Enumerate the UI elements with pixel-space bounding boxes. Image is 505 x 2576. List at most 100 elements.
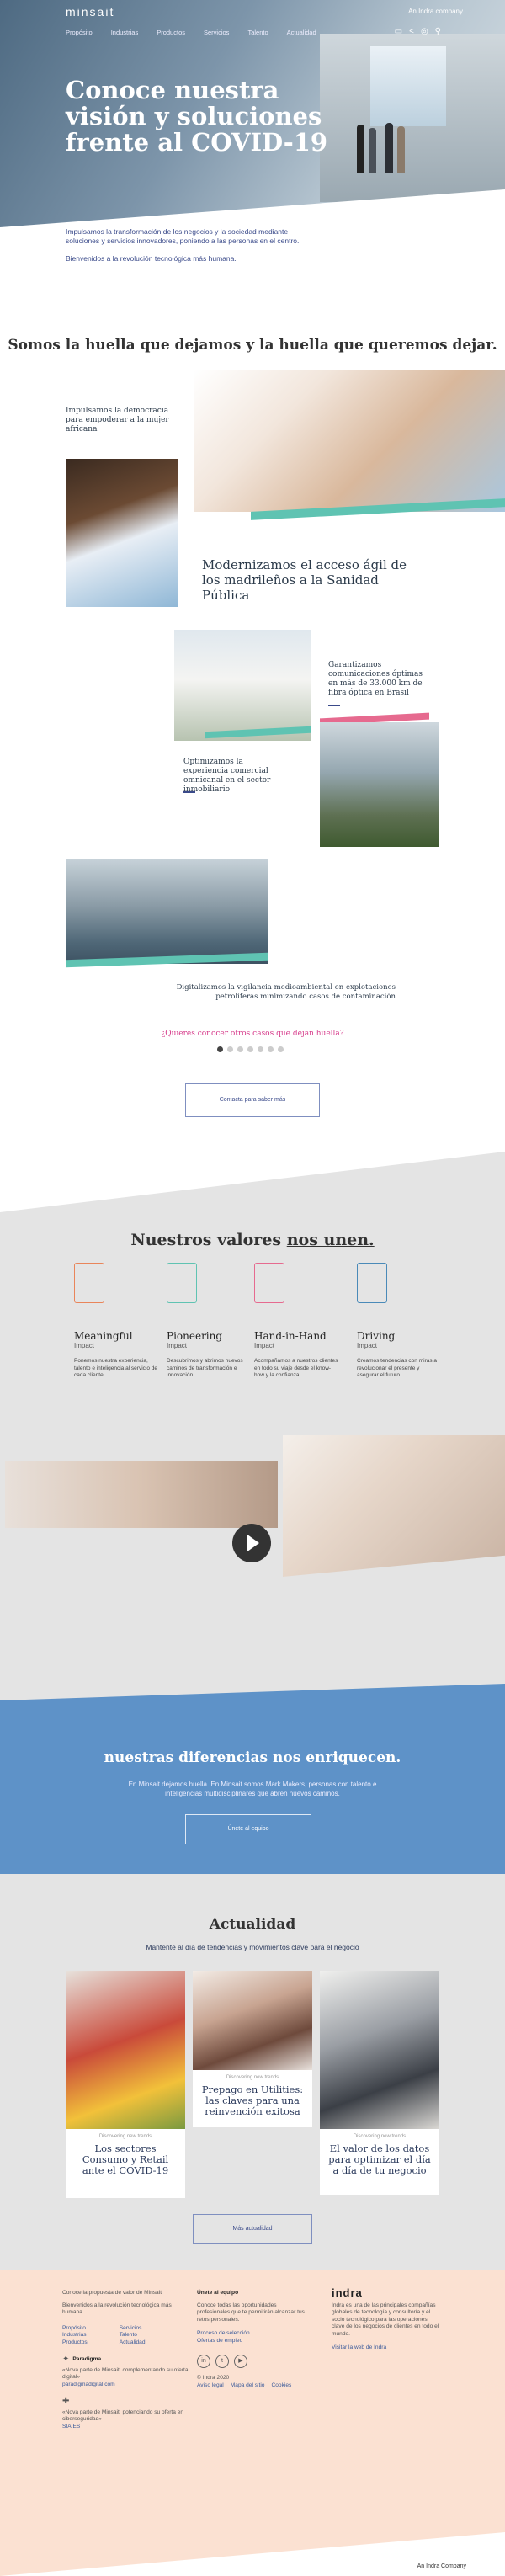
footer-link[interactable]: Talento bbox=[120, 2332, 146, 2339]
share-icon[interactable]: < bbox=[409, 27, 414, 36]
carousel-dot[interactable] bbox=[227, 1046, 233, 1052]
intro: Impulsamos la transformación de los nego… bbox=[0, 227, 505, 328]
value-sub: Impact bbox=[254, 1342, 275, 1349]
minsait-logo[interactable]: minsait bbox=[66, 5, 114, 19]
legal-link[interactable]: Aviso legal bbox=[197, 2382, 224, 2390]
value-name: Pioneering bbox=[167, 1330, 223, 1342]
people-icon bbox=[74, 1263, 104, 1303]
footer-link[interactable]: Productos bbox=[62, 2339, 88, 2347]
linkedin-icon[interactable]: in bbox=[197, 2355, 210, 2368]
diferencias-text: En Minsait dejamos huella. En Minsait so… bbox=[128, 1780, 377, 1797]
footer-links-a: Propósito Industrias Productos bbox=[62, 2325, 88, 2347]
diagonal-divider bbox=[0, 1136, 505, 1212]
nav-item-industrias[interactable]: Industrias bbox=[111, 29, 139, 36]
more-news-button[interactable]: Más actualidad bbox=[193, 2214, 312, 2244]
news-image bbox=[193, 1971, 312, 2070]
globe-icon[interactable]: ◎ bbox=[421, 27, 428, 36]
compass-icon bbox=[167, 1263, 197, 1303]
value-desc: Acompañamos a nuestros clientes en todo … bbox=[254, 1358, 338, 1378]
huella-section: Somos la huella que dejamos y la huella … bbox=[0, 328, 505, 1136]
footer-link[interactable]: Propósito bbox=[62, 2325, 88, 2333]
paradigma-label: Paradigma bbox=[72, 2356, 102, 2362]
value-card-hand-in-hand: Hand-in-Hand Impact Acompañamos a nuestr… bbox=[254, 1263, 338, 1380]
news-card[interactable]: Discovering new trends El valor de los d… bbox=[320, 1971, 439, 2195]
footer-link[interactable]: Proceso de selección bbox=[197, 2330, 306, 2338]
hero-person bbox=[385, 123, 393, 173]
news-title: El valor de los datos para optimizar el … bbox=[328, 2142, 431, 2176]
message-icon[interactable]: ▭ bbox=[395, 27, 402, 36]
nav-item-servicios[interactable]: Servicios bbox=[204, 29, 229, 36]
carousel-dot[interactable] bbox=[268, 1046, 274, 1052]
copyright: © Indra 2020 bbox=[197, 2375, 230, 2381]
carousel-dot[interactable] bbox=[217, 1046, 223, 1052]
legal-link[interactable]: Cookies bbox=[271, 2382, 291, 2390]
hero-person bbox=[369, 128, 376, 173]
dash bbox=[328, 705, 340, 706]
footer-text: Bienvenidos a la revolución tecnológica … bbox=[62, 2302, 172, 2316]
paradigma-text: «Nova parte de Minsait, complementando s… bbox=[62, 2366, 189, 2381]
carousel-dot[interactable] bbox=[237, 1046, 243, 1052]
footer-link[interactable]: Servicios bbox=[120, 2325, 146, 2333]
footer-link[interactable]: Industrias bbox=[62, 2332, 88, 2339]
hero: minsait An Indra company Propósito Indus… bbox=[0, 0, 505, 227]
value-desc: Creamos tendencias con miras a revolucio… bbox=[357, 1358, 438, 1378]
indra-company-footer: An Indra Company bbox=[417, 2563, 466, 2569]
value-desc: Descubrimos y abrimos nuevos caminos de … bbox=[167, 1358, 243, 1378]
sia-link[interactable]: SIA.ES bbox=[62, 2424, 189, 2431]
news-card[interactable]: Discovering new trends Los sectores Cons… bbox=[66, 1971, 185, 2198]
news-title: Los sectores Consumo y Retail ante el CO… bbox=[82, 2142, 169, 2176]
play-video-button[interactable] bbox=[232, 1524, 271, 1562]
indra-text: Indra es una de las principales compañía… bbox=[332, 2302, 439, 2337]
news-category: Discovering new trends bbox=[98, 2134, 152, 2139]
nav-item-actualidad[interactable]: Actualidad bbox=[287, 29, 316, 36]
youtube-icon[interactable]: ▶ bbox=[234, 2355, 247, 2368]
value-sub: Impact bbox=[74, 1342, 95, 1349]
nav-item-productos[interactable]: Productos bbox=[157, 29, 185, 36]
photo-face-left bbox=[5, 1461, 278, 1528]
footer-col-indra: indra Indra es una de las principales co… bbox=[332, 2287, 441, 2352]
value-sub: Impact bbox=[167, 1342, 188, 1349]
indra-logo[interactable]: indra bbox=[332, 2287, 441, 2297]
case-caption: Impulsamos la democracia para empoderar … bbox=[66, 407, 169, 434]
carousel-dot[interactable] bbox=[278, 1046, 284, 1052]
intro-text: Impulsamos la transformación de los nego… bbox=[66, 227, 300, 245]
case-caption: Digitalizamos la vigilancia medioambient… bbox=[176, 983, 396, 1001]
more-cases-link[interactable]: ¿Quieres conocer otros casos que dejan h… bbox=[0, 1030, 505, 1038]
handshake-icon bbox=[254, 1263, 284, 1303]
footer-heading: Únete al equipo bbox=[197, 2290, 239, 2296]
join-team-button[interactable]: Únete al equipo bbox=[185, 1814, 311, 1844]
case-caption: Optimizamos la experiencia comercial omn… bbox=[183, 758, 271, 794]
valores-section: Nuestros valores nos unen. Meaningful Im… bbox=[0, 1136, 505, 1734]
diferencias-title: nuestras diferencias nos enriquecen. bbox=[104, 1749, 401, 1766]
twitter-icon[interactable]: t bbox=[215, 2355, 229, 2368]
news-category: Discovering new trends bbox=[226, 2075, 279, 2080]
paradigma-link[interactable]: paradigmadigital.com bbox=[62, 2382, 189, 2389]
news-image bbox=[66, 1971, 185, 2129]
carousel-dot[interactable] bbox=[258, 1046, 263, 1052]
indra-link[interactable]: Visitar la web de Indra bbox=[332, 2344, 441, 2352]
carousel-dot[interactable] bbox=[247, 1046, 253, 1052]
circuit-icon bbox=[357, 1263, 387, 1303]
legal-link[interactable]: Mapa del sitio bbox=[231, 2382, 265, 2390]
footer-heading: Conoce la propuesta de valor de Minsait bbox=[62, 2290, 162, 2296]
top-bar: minsait An Indra company bbox=[0, 0, 505, 20]
photo-city bbox=[320, 722, 439, 847]
nav-item-proposito[interactable]: Propósito bbox=[66, 29, 93, 36]
hero-title: Conoce nuestra visión y soluciones frent… bbox=[66, 76, 328, 157]
nav-item-talento[interactable]: Talento bbox=[247, 29, 268, 36]
footer-link[interactable]: Actualidad bbox=[120, 2339, 146, 2347]
photo-face-right bbox=[283, 1435, 505, 1577]
news-category: Discovering new trends bbox=[353, 2134, 407, 2139]
indra-company-link[interactable]: An Indra company bbox=[408, 8, 463, 15]
header-icons: ▭ < ◎ ⚲ bbox=[395, 27, 441, 36]
value-card-driving: Driving Impact Creamos tendencias con mi… bbox=[357, 1263, 441, 1380]
footer-link[interactable]: Ofertas de empleo bbox=[197, 2338, 306, 2345]
news-card[interactable]: Discovering new trends Prepago en Utilit… bbox=[193, 1971, 312, 2127]
contact-button[interactable]: Contacta para saber más bbox=[185, 1083, 320, 1117]
footer-links-b: Servicios Talento Actualidad bbox=[120, 2325, 146, 2347]
news-image bbox=[320, 1971, 439, 2129]
value-desc: Ponemos nuestra experiencia, talento e i… bbox=[74, 1358, 158, 1378]
search-icon[interactable]: ⚲ bbox=[435, 27, 441, 36]
value-name: Meaningful bbox=[74, 1330, 133, 1342]
actualidad-section: Actualidad Mantente al día de tendencias… bbox=[0, 1874, 505, 2270]
